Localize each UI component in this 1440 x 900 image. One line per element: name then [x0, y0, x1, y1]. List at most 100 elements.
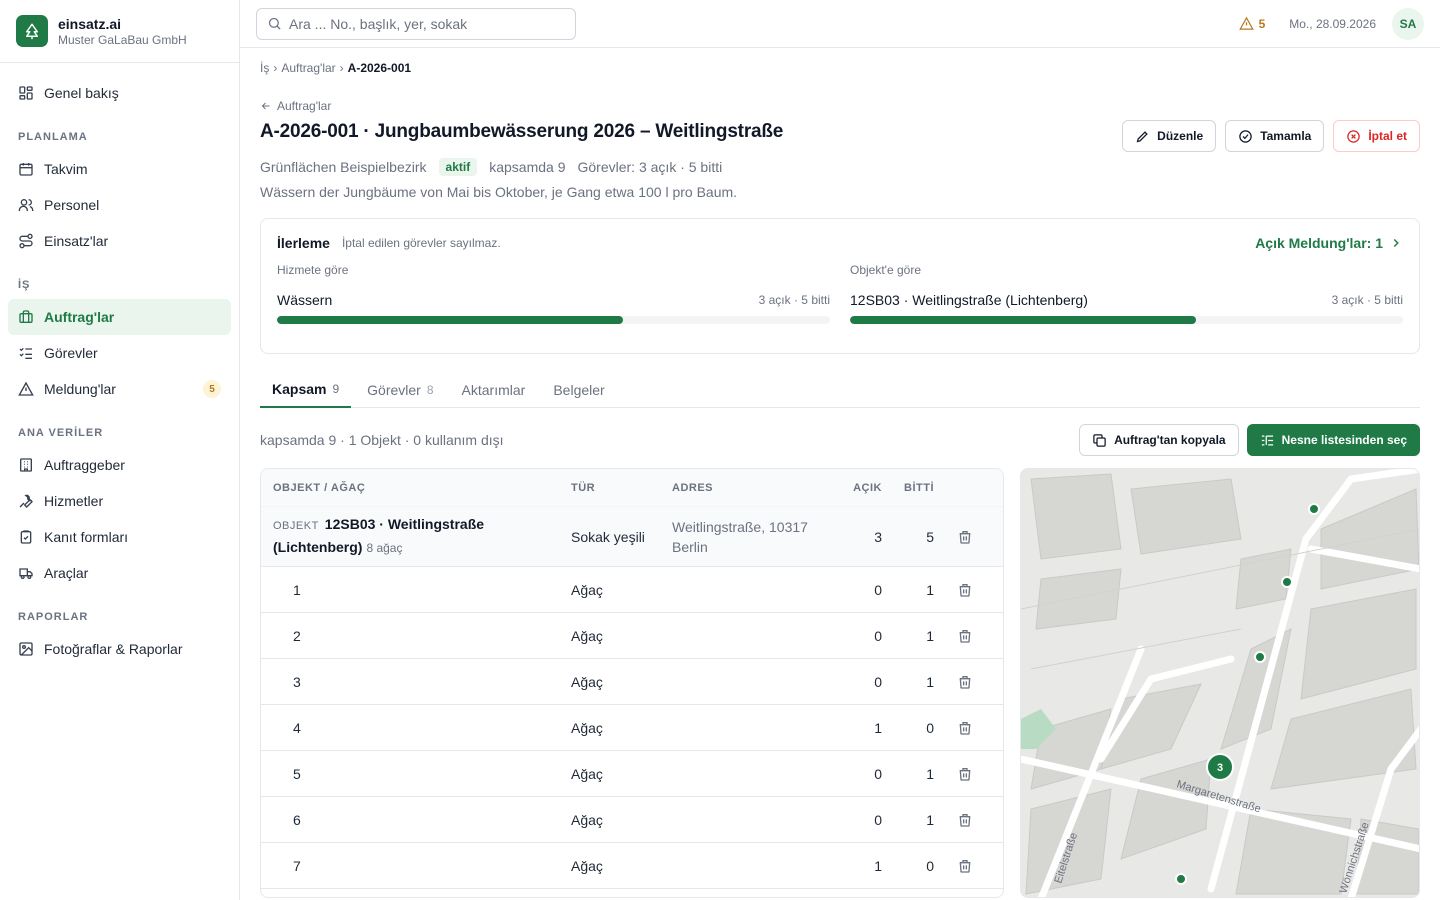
tree-type: Ağaç — [571, 765, 603, 782]
clipboard-check-icon — [20, 530, 32, 544]
map-cluster-count: 3 — [1217, 762, 1223, 774]
sidebar-item-label: Kanıt formları — [44, 529, 129, 545]
trash-icon[interactable] — [957, 766, 973, 782]
tree-id: 4 — [293, 719, 301, 736]
sidebar-item-clients[interactable]: Auftraggeber — [8, 447, 231, 483]
map-marker[interactable] — [1175, 873, 1187, 885]
trash-icon[interactable] — [957, 858, 973, 874]
object-name: 12SB03 · Weitlingstraße (Lichtenberg) — [850, 292, 1088, 308]
table-row[interactable]: 7 Ağaç 1 0 — [261, 843, 1003, 889]
back-link[interactable]: Auftrag'lar — [260, 97, 1420, 115]
table-row[interactable]: 6 Ağaç 0 1 — [261, 797, 1003, 843]
brand[interactable]: einsatz.ai Muster GaLaBau GmbH — [0, 0, 239, 63]
map-marker[interactable] — [1281, 576, 1293, 588]
object-row[interactable]: OBJEKT 12SB03 · Weitlingstraße (Lichtenbe… — [261, 507, 1003, 567]
service-progress-fill — [277, 316, 623, 324]
select-from-object-list-label: Nesne listesinden seç — [1281, 433, 1407, 447]
tree-type: Ağaç — [571, 581, 603, 598]
warnings-button[interactable]: 5 — [1238, 16, 1265, 31]
progress-card: İlerleme İptal edilen görevler sayılmaz.… — [260, 218, 1420, 354]
sidebar-item-label: Auftrag'lar — [44, 309, 115, 325]
scope-toolbar: kapsamda 9 · 1 Objekt · 0 kullanım dışı … — [260, 424, 1420, 456]
pencil-icon — [1136, 130, 1148, 142]
sidebar-nav: Genel bakış PLANLAMA Takvim Personel Ein… — [0, 63, 239, 679]
edit-button-label: Düzenle — [1157, 129, 1204, 143]
select-from-object-list-button[interactable]: Nesne listesinden seç — [1246, 424, 1420, 456]
table-row[interactable]: 3 Ağaç 0 1 — [261, 659, 1003, 705]
task-summary: Görevler: 3 açık · 5 bitti — [577, 159, 723, 175]
sidebar-item-label: Genel bakış — [44, 85, 119, 101]
sidebar-item-proof-forms[interactable]: Kanıt formları — [8, 519, 231, 555]
tab-scope[interactable]: Kapsam 9 — [260, 372, 352, 408]
sidebar-item-reports-issues[interactable]: Meldung'lar 5 — [8, 371, 231, 407]
object-tag: OBJEKT — [273, 520, 319, 532]
breadcrumb-separator: › — [339, 61, 344, 75]
status-badge: aktif — [438, 158, 478, 176]
logo-icon — [16, 15, 48, 47]
map-marker[interactable] — [1254, 651, 1266, 663]
map-marker[interactable] — [1308, 503, 1320, 515]
tabs: Kapsam 9 Görevler 8 Aktarımlar Belgeler — [260, 372, 1420, 408]
tree-done: 1 — [926, 811, 934, 828]
search-icon — [268, 17, 281, 30]
progress-by-service: Hizmete göre Wässern 3 açık · 5 bitti — [277, 263, 830, 324]
sidebar-item-overview[interactable]: Genel bakış — [8, 75, 231, 111]
breadcrumb-parent[interactable]: Auftrag'lar — [281, 61, 335, 75]
avatar[interactable]: SA — [1392, 7, 1424, 40]
breadcrumb-current: A-2026-001 — [347, 61, 412, 75]
trash-icon[interactable] — [957, 812, 973, 828]
progress-by-object: Objekt'e göre 12SB03 · Weitlingstraße (L… — [850, 263, 1403, 324]
cancel-order-button[interactable]: İptal et — [1333, 120, 1420, 152]
sidebar-item-orders[interactable]: Auftrag'lar — [8, 299, 231, 335]
map[interactable]: Margaretenstraße Eitelstraße Wönnichstra… — [1020, 468, 1420, 898]
table-row[interactable]: 5 Ağaç 0 1 — [261, 751, 1003, 797]
trash-icon[interactable] — [957, 529, 973, 545]
tree-open: 1 — [874, 719, 882, 736]
cancel-order-button-label: İptal et — [1368, 129, 1407, 143]
object-type: Sokak yeşili — [571, 528, 645, 545]
trash-icon[interactable] — [957, 720, 973, 736]
tree-done: 0 — [926, 719, 934, 736]
brand-company: Muster GaLaBau GmbH — [58, 32, 187, 47]
breadcrumb-root[interactable]: İş — [260, 61, 269, 75]
trash-icon[interactable] — [957, 582, 973, 598]
table-row[interactable]: 4 Ağaç 1 0 — [261, 705, 1003, 751]
search-input[interactable] — [289, 15, 559, 32]
tree-open: 0 — [874, 673, 882, 690]
sidebar-item-vehicles[interactable]: Araçlar — [8, 555, 231, 591]
tab-count: 8 — [426, 383, 434, 397]
table-row[interactable]: 1 Ağaç 0 1 — [261, 567, 1003, 613]
sidebar-item-photos-reports[interactable]: Fotoğraflar & Raporlar — [8, 631, 231, 667]
open-reports-link[interactable]: Açık Meldung'lar: 1 — [1255, 235, 1403, 251]
complete-button[interactable]: Tamamla — [1225, 120, 1325, 152]
main-content: 5 Mo., 28.09.2026 SA İş › Auftrag'lar › … — [240, 0, 1440, 900]
sidebar-item-staff[interactable]: Personel — [8, 187, 231, 223]
tree-open: 0 — [874, 581, 882, 598]
map-canvas[interactable]: Margaretenstraße Eitelstraße Wönnichstra… — [1021, 469, 1420, 898]
route-icon — [19, 233, 33, 249]
progress-by-object-label: Objekt'e göre — [850, 263, 921, 277]
object-tree-count: 8 ağaç — [366, 541, 403, 555]
tree-id: 5 — [293, 765, 301, 782]
check-circle-icon — [1239, 129, 1252, 143]
grid-icon — [19, 86, 33, 100]
tab-count: 9 — [332, 382, 340, 396]
sidebar-item-tasks[interactable]: Görevler — [8, 335, 231, 371]
table-row[interactable]: 2 Ağaç 0 1 — [261, 613, 1003, 659]
x-circle-icon — [1347, 129, 1361, 143]
tab-documents[interactable]: Belgeler — [541, 372, 616, 408]
header-type: TÜR — [571, 481, 596, 494]
copy-from-order-button[interactable]: Auftrag'tan kopyala — [1079, 424, 1239, 456]
trash-icon[interactable] — [957, 674, 973, 690]
tree-open: 0 — [874, 627, 882, 644]
edit-button[interactable]: Düzenle — [1122, 120, 1217, 152]
scope-summary: kapsamda 9 · 1 Objekt · 0 kullanım dışı — [260, 432, 504, 448]
sidebar-item-deployments[interactable]: Einsatz'lar — [8, 223, 231, 259]
sidebar-item-services[interactable]: Hizmetler — [8, 483, 231, 519]
tab-tasks[interactable]: Görevler 8 — [355, 372, 445, 408]
search-box[interactable] — [256, 7, 576, 40]
page-title: A-2026-001 · Jungbaumbewässerung 2026 – … — [260, 121, 784, 142]
sidebar-item-calendar[interactable]: Takvim — [8, 151, 231, 187]
tab-transfers[interactable]: Aktarımlar — [450, 372, 538, 408]
trash-icon[interactable] — [957, 628, 973, 644]
